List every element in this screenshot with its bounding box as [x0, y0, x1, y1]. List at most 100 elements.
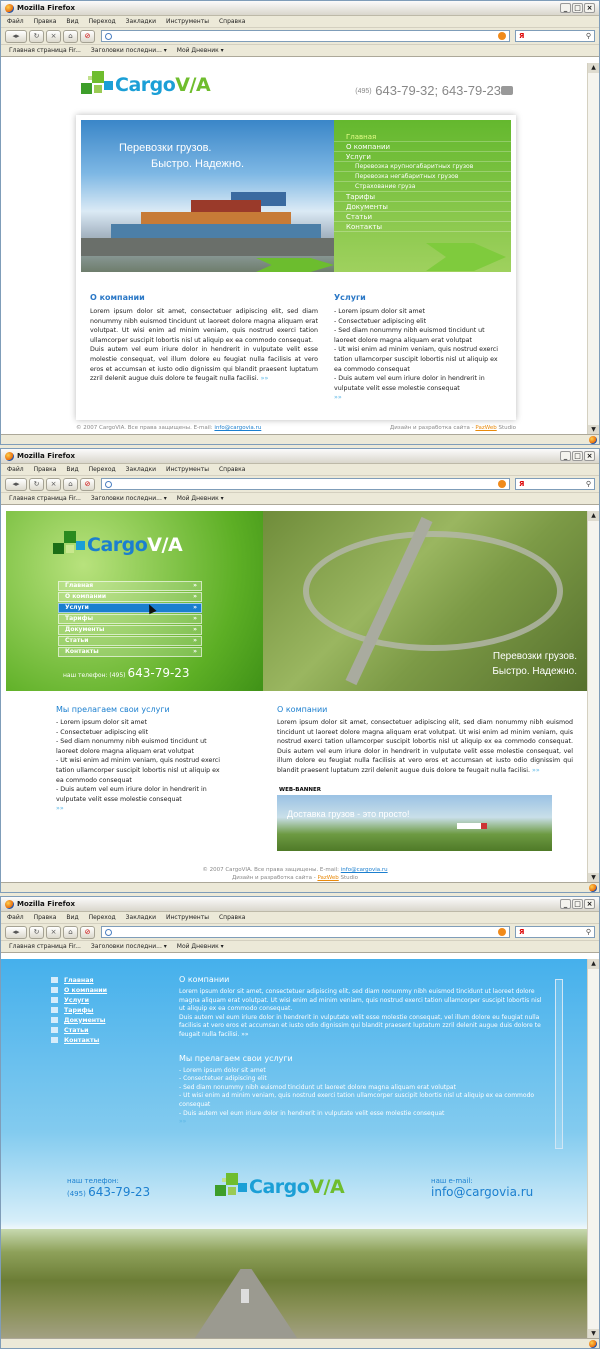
menu-item[interactable]: Статьи »	[58, 636, 202, 646]
menu-item[interactable]: Тарифы »	[58, 614, 202, 624]
back-button[interactable]: ◂▸	[5, 925, 27, 939]
go-icon[interactable]	[498, 928, 506, 936]
close-button[interactable]: ×	[584, 451, 595, 461]
popup-blocker-icon[interactable]: ⊘	[80, 925, 95, 939]
menu-go[interactable]: Переход	[89, 466, 116, 473]
bookmark-headlines[interactable]: Заголовки последни... ▾	[91, 47, 167, 54]
minimize-button[interactable]: _	[560, 451, 571, 461]
web-banner[interactable]: WEB-BANNER Доставка грузов - это просто!	[277, 787, 552, 851]
menu-item[interactable]: Тарифы	[334, 192, 511, 202]
menu-go[interactable]: Переход	[89, 18, 116, 25]
bookmark-diary[interactable]: Мой Дневник ▾	[177, 943, 224, 950]
reload-button[interactable]: ↻	[29, 29, 44, 43]
maximize-button[interactable]: □	[572, 451, 583, 461]
reload-button[interactable]: ↻	[29, 477, 44, 491]
stop-button[interactable]: ×	[46, 29, 61, 43]
read-more-link[interactable]: »»	[241, 1031, 248, 1038]
popup-blocker-icon[interactable]: ⊘	[80, 477, 95, 491]
bookmark-headlines[interactable]: Заголовки последни... ▾	[91, 943, 167, 950]
menu-item[interactable]: О компании	[334, 142, 511, 152]
read-more-link[interactable]: »»	[261, 375, 269, 382]
search-icon[interactable]: ⚲	[586, 480, 591, 488]
bookmark-diary[interactable]: Мой Дневник ▾	[177, 495, 224, 502]
close-button[interactable]: ×	[584, 3, 595, 13]
menu-help[interactable]: Справка	[219, 18, 245, 25]
menu-item[interactable]: Контакты »	[58, 647, 202, 657]
logo[interactable]: CargoV/A	[213, 1173, 345, 1201]
menu-item[interactable]: Главная	[334, 132, 511, 142]
read-more-link[interactable]: »»	[532, 767, 540, 774]
menu-bookmarks[interactable]: Закладки	[126, 18, 156, 25]
services-more-link[interactable]: »»	[56, 805, 64, 812]
menu-item[interactable]: О компании	[51, 985, 107, 995]
search-icon[interactable]: ⚲	[586, 32, 591, 40]
menu-bookmarks[interactable]: Закладки	[126, 914, 156, 921]
maximize-button[interactable]: □	[572, 899, 583, 909]
menu-view[interactable]: Вид	[66, 466, 78, 473]
menu-item[interactable]: Перевозка негабаритных грузов	[334, 172, 511, 182]
home-button[interactable]: ⌂	[63, 29, 78, 43]
footer-email-link[interactable]: info@cargovia.ru	[214, 425, 261, 431]
menu-tools[interactable]: Инструменты	[166, 914, 209, 921]
go-icon[interactable]	[498, 480, 506, 488]
menu-item[interactable]: Тарифы	[51, 1005, 107, 1015]
menu-item[interactable]: Документы »	[58, 625, 202, 635]
content-scrollbar[interactable]	[555, 979, 563, 1149]
stop-button[interactable]: ×	[46, 925, 61, 939]
search-box[interactable]: Я ⚲	[515, 30, 595, 42]
menu-tools[interactable]: Инструменты	[166, 18, 209, 25]
back-button[interactable]: ◂▸	[5, 477, 27, 491]
search-box[interactable]: Я ⚲	[515, 478, 595, 490]
vertical-scrollbar[interactable]: ▲ ▼	[587, 511, 599, 883]
menu-item[interactable]: Контакты	[334, 222, 511, 232]
vertical-scrollbar[interactable]: ▲ ▼	[587, 959, 599, 1339]
home-button[interactable]: ⌂	[63, 477, 78, 491]
menu-item[interactable]: Перевозка крупногабаритных грузов	[334, 162, 511, 172]
menu-help[interactable]: Справка	[219, 466, 245, 473]
url-bar[interactable]	[101, 30, 510, 42]
bookmark-firefox-home[interactable]: Главная страница Fir...	[9, 495, 81, 502]
url-bar[interactable]	[101, 926, 510, 938]
search-box[interactable]: Я ⚲	[515, 926, 595, 938]
search-icon[interactable]: ⚲	[586, 928, 591, 936]
studio-link[interactable]: PazWeb	[317, 875, 338, 881]
menu-item[interactable]: Услуги »	[58, 603, 202, 613]
maximize-button[interactable]: □	[572, 3, 583, 13]
menu-item[interactable]: Главная »	[58, 581, 202, 591]
menu-help[interactable]: Справка	[219, 914, 245, 921]
menu-item[interactable]: Главная	[51, 975, 107, 985]
menu-item[interactable]: Документы	[51, 1015, 107, 1025]
menu-item[interactable]: Страхование груза	[334, 182, 511, 192]
logo[interactable]: CargoV/A	[79, 71, 211, 99]
reload-button[interactable]: ↻	[29, 925, 44, 939]
popup-blocker-icon[interactable]: ⊘	[80, 29, 95, 43]
vertical-scrollbar[interactable]: ▲ ▼	[587, 63, 599, 435]
studio-link[interactable]: PazWeb	[475, 425, 496, 431]
bookmark-headlines[interactable]: Заголовки последни... ▾	[91, 495, 167, 502]
menu-item[interactable]: Контакты	[51, 1035, 107, 1045]
close-button[interactable]: ×	[584, 899, 595, 909]
menu-item[interactable]: Документы	[334, 202, 511, 212]
menu-item[interactable]: О компании »	[58, 592, 202, 602]
menu-item[interactable]: Статьи	[51, 1025, 107, 1035]
url-bar[interactable]	[101, 478, 510, 490]
menu-file[interactable]: Файл	[7, 466, 24, 473]
logo[interactable]: CargoV/A	[51, 531, 183, 559]
services-more-link[interactable]: »»	[334, 394, 342, 401]
bookmark-firefox-home[interactable]: Главная страница Fir...	[9, 943, 81, 950]
menu-item[interactable]: Услуги	[334, 152, 511, 162]
home-button[interactable]: ⌂	[63, 925, 78, 939]
menu-go[interactable]: Переход	[89, 914, 116, 921]
stop-button[interactable]: ×	[46, 477, 61, 491]
menu-tools[interactable]: Инструменты	[166, 466, 209, 473]
email-link[interactable]: info@cargovia.ru	[431, 1185, 533, 1199]
go-icon[interactable]	[498, 32, 506, 40]
menu-item[interactable]: Услуги	[51, 995, 107, 1005]
menu-view[interactable]: Вид	[66, 18, 78, 25]
menu-file[interactable]: Файл	[7, 914, 24, 921]
bookmark-firefox-home[interactable]: Главная страница Fir...	[9, 47, 81, 54]
services-more-link[interactable]: »»	[179, 1118, 186, 1125]
minimize-button[interactable]: _	[560, 899, 571, 909]
menu-edit[interactable]: Правка	[34, 914, 57, 921]
menu-edit[interactable]: Правка	[34, 18, 57, 25]
